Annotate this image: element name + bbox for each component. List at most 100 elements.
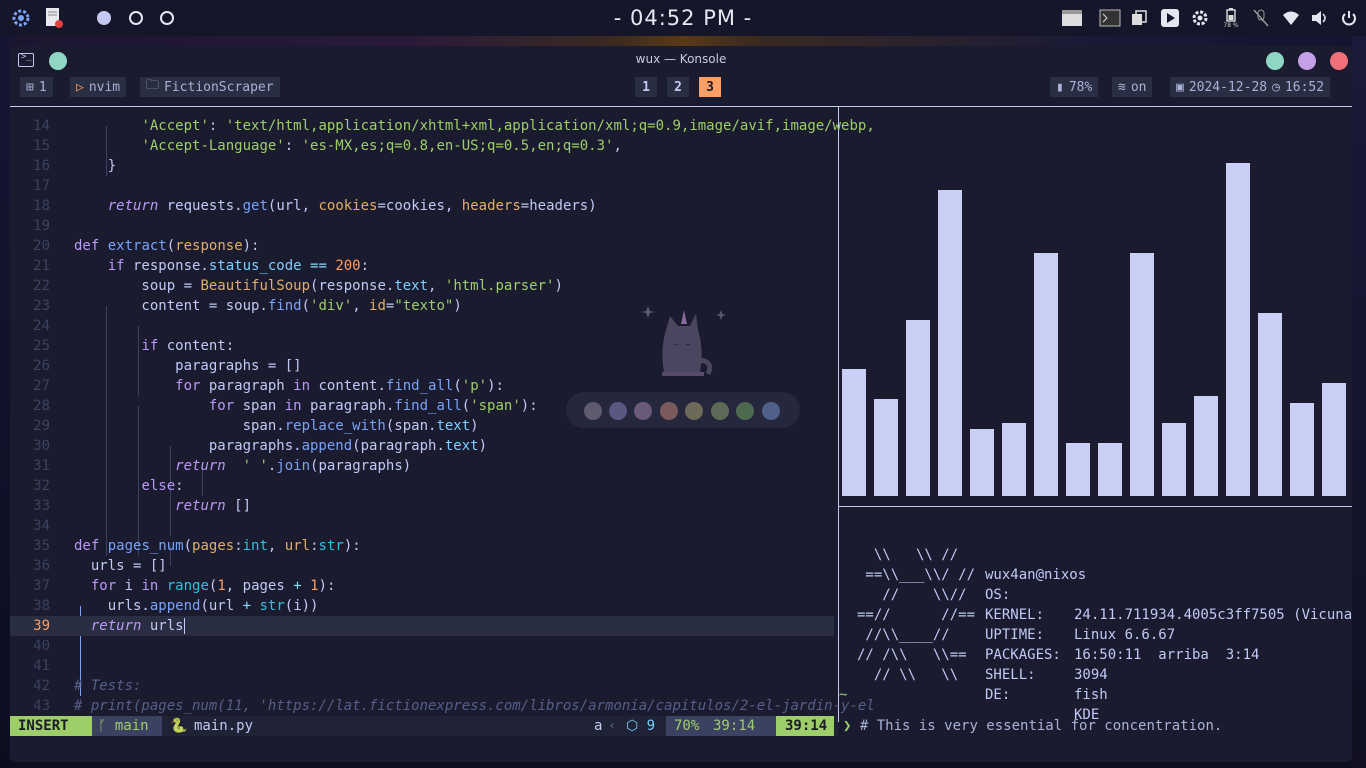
python-file-icon: 🐍 — [170, 718, 188, 734]
fetch-line: ==// //== UPTIME: 16:50:11 arriba 3:14 — [839, 585, 1352, 663]
visualizer-bar — [906, 320, 930, 496]
clipboard-icon[interactable] — [1128, 0, 1150, 36]
fetch-value: fish — [1074, 687, 1108, 703]
prompt-arrow: ❯ — [843, 718, 852, 734]
mode-indicator: INSERT — [10, 716, 92, 736]
shell-cwd: ~ — [839, 687, 848, 703]
tmux-status-bar: ⊞ 1 ▷ nvim 🗀 FictionScraper 1 2 3 ▮ 78% ≋ on … — [10, 74, 1352, 100]
close-button[interactable] — [1330, 52, 1348, 70]
shell-prompt[interactable]: ❯ # This is very essential for concentra… — [843, 716, 1222, 736]
fetch-line: // \\ \\ DE: KDE — [839, 645, 1352, 723]
code-line: 21 if response.status_code == 200: — [33, 258, 370, 274]
chevron-left-icon: ‹ — [608, 718, 617, 734]
color-palette-widget — [566, 392, 800, 428]
code-line-current: 39 return urls — [10, 616, 834, 636]
power-icon[interactable] — [1338, 0, 1360, 36]
visualizer-bar — [1034, 253, 1058, 496]
code-line: 17 — [33, 178, 50, 194]
encoding-indicator: a — [594, 718, 603, 734]
visualizer-bar — [970, 429, 994, 496]
fetch-key: SHELL: — [985, 667, 1036, 683]
visualizer-bar — [1258, 313, 1282, 496]
cursor-position: 39:14 — [713, 718, 756, 734]
lsp-status[interactable]: ⬡ 9 — [626, 716, 655, 736]
palette-swatch — [736, 402, 754, 420]
workspace-2-icon[interactable] — [126, 0, 146, 36]
fetch-line: \\ \\ // wux4an@nixos — [839, 525, 1352, 583]
media-play-icon[interactable] — [1158, 0, 1182, 36]
visualizer-bar — [938, 190, 962, 496]
panel-clock[interactable]: - 04:52 PM - — [583, 0, 783, 36]
unicorn-cat-icon — [641, 306, 726, 376]
mic-muted-icon[interactable] — [1250, 0, 1272, 36]
battery-icon[interactable]: 78 % — [1218, 0, 1244, 36]
visualizer-bar — [842, 369, 866, 496]
palette-swatch — [685, 402, 703, 420]
battery-small-label: 78 % — [1223, 21, 1239, 29]
fetch-line: // \\// KERNEL: Linux 6.6.67 — [839, 565, 1352, 643]
visualizer-bar — [1290, 403, 1314, 496]
tmux-process[interactable]: ▷ nvim — [70, 77, 127, 97]
clock-icon: ◷ — [1272, 79, 1280, 95]
text-cursor — [183, 618, 185, 634]
palette-swatch — [584, 402, 602, 420]
prompt-comment: # This is very essential for concentrati… — [859, 718, 1223, 734]
kde-menu-icon[interactable] — [8, 0, 34, 36]
window-titlebar[interactable]: >_ wux — Konsole — [10, 46, 1352, 74]
git-branch-icon: ᚴ — [98, 718, 115, 734]
tmux-tab-3[interactable]: 3 — [699, 77, 721, 97]
volume-icon[interactable] — [1309, 0, 1331, 36]
palette-swatch — [609, 402, 627, 420]
code-line: 33 return [] — [33, 498, 252, 514]
code-line: 14 'Accept': 'text/html,application/xhtm… — [33, 118, 875, 134]
settings-icon[interactable] — [1189, 0, 1211, 36]
window-title: wux — Konsole — [635, 52, 727, 66]
fetch-line: //\\____// PACKAGES: 3094 — [839, 605, 1352, 683]
wifi-icon: ≋ — [1118, 79, 1126, 95]
maximize-button[interactable] — [1298, 52, 1316, 70]
code-line: 22 soup = BeautifulSoup(response.text, '… — [33, 278, 563, 294]
palette-swatch — [634, 402, 652, 420]
minimize-button[interactable] — [1266, 52, 1284, 70]
fetch-value: 3094 — [1074, 667, 1108, 683]
workspace-1-icon[interactable] — [94, 0, 114, 36]
palette-swatch — [711, 402, 729, 420]
terminal-icon[interactable] — [1098, 0, 1122, 36]
top-panel: - 04:52 PM - 78 % — [0, 0, 1366, 36]
audio-visualizer-pane[interactable] — [839, 107, 1352, 506]
fetch-key: DE: — [985, 687, 1011, 703]
wifi-icon[interactable] — [1280, 0, 1302, 36]
folder-icon: 🗀 — [146, 78, 160, 93]
filename[interactable]: main.py — [194, 716, 253, 736]
code-line: 43 # print(pages_num(11, 'https://lat.fic… — [33, 698, 875, 714]
notes-icon[interactable] — [42, 0, 66, 36]
code-line: 32 else: — [33, 478, 184, 494]
tmux-tab-1[interactable]: 1 — [635, 77, 657, 97]
calendar-icon: ▣ — [1176, 79, 1184, 95]
code-line: 42 # Tests: — [33, 678, 142, 694]
visualizer-bar — [1130, 253, 1154, 496]
fetch-line: // /\\ \\== SHELL: fish — [839, 625, 1352, 703]
code-line: 15 'Accept-Language': 'es-MX,es;q=0.8,en… — [33, 138, 622, 154]
code-line: 31 return ' '.join(paragraphs) — [33, 458, 412, 474]
workspace-3-icon[interactable] — [157, 0, 177, 36]
nixos-logo-art: // \\ \\ — [857, 667, 984, 683]
fastfetch-pane[interactable]: \\ \\ // wux4an@nixos ==\\___\\/ // OS: … — [839, 507, 1352, 723]
tmux-session[interactable]: 🗀 FictionScraper — [140, 77, 280, 97]
visualizer-bar — [1002, 423, 1026, 496]
code-line: 20 def extract(response): — [33, 238, 260, 254]
visualizer-bar — [1162, 423, 1186, 496]
code-line: 18 return requests.get(url, cookies=cook… — [33, 198, 597, 214]
tmux-window-index[interactable]: ⊞ 1 — [20, 77, 53, 97]
cursor-position-right: 39:14 — [776, 716, 834, 736]
git-branch[interactable]: ᚴ main — [92, 716, 162, 736]
palette-swatch — [762, 402, 780, 420]
konsole-window: >_ wux — Konsole ⊞ 1 ▷ nvim 🗀 FictionScrape… — [10, 46, 1352, 762]
tmux-tab-2[interactable]: 2 — [667, 77, 689, 97]
visualizer-bar — [874, 399, 898, 496]
window-manager-icon[interactable] — [1060, 0, 1084, 36]
tmux-datetime: ▣ 2024-12-28 ◷ 16:52 — [1170, 77, 1331, 97]
code-line: 41 — [33, 658, 50, 674]
tmux-wifi: ≋ on — [1112, 77, 1153, 97]
visualizer-bar — [1226, 163, 1250, 496]
